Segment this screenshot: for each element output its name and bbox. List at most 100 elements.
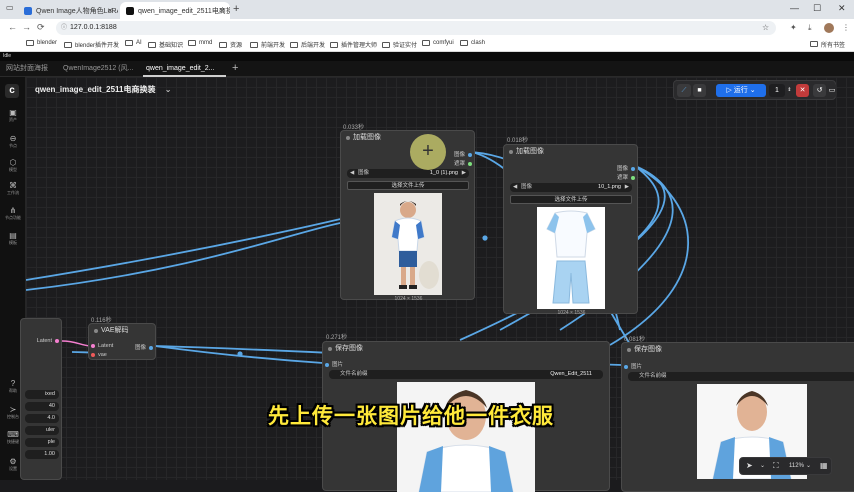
cfg-widget[interactable]: 4.0 bbox=[25, 414, 59, 423]
run-label: 运行 bbox=[733, 87, 748, 94]
batch-count-input[interactable]: 1 bbox=[769, 84, 785, 97]
upload-button[interactable]: 选择文件上传 bbox=[347, 181, 469, 190]
port-label: vae bbox=[98, 352, 107, 358]
port-label: 图像 bbox=[134, 345, 146, 351]
arrow-left-icon[interactable]: ◀ bbox=[513, 183, 517, 192]
video-subtitle: 先上传一张图片给他一件衣服 bbox=[268, 405, 554, 428]
filename-prefix-field[interactable]: 文件名前缀 Qwen_Edit_2511 bbox=[329, 370, 603, 379]
collapse-dot-icon[interactable] bbox=[627, 348, 631, 352]
vae-decode-node[interactable]: VAE解码 Latent vae 图像 bbox=[88, 323, 156, 360]
node-exec-time: 0.271秒 bbox=[326, 335, 348, 341]
latent-input[interactable]: Latent bbox=[91, 343, 113, 349]
cancel-button[interactable]: ✕ bbox=[796, 84, 809, 97]
template-icon: ▤ bbox=[9, 231, 17, 240]
combo-value: 10_1.png bbox=[598, 184, 621, 190]
run-button[interactable]: ▷ 运行 ⌄ bbox=[716, 84, 766, 97]
steps-widget[interactable]: 40 bbox=[25, 402, 59, 411]
load-image-node-2[interactable]: 加载图像 图像 遮罩 ◀ 图像 10_1.png ▶ 选择文件上传 1024 ×… bbox=[503, 144, 638, 316]
workflow-name-button[interactable]: qwen_image_edit_2511电商换装 ⌄ bbox=[26, 81, 171, 99]
cube-icon: ⬡ bbox=[9, 158, 17, 167]
chevron-down-icon[interactable]: ⌄ bbox=[760, 462, 765, 469]
latent-output[interactable]: Latent bbox=[37, 338, 59, 344]
collapse-dot-icon[interactable] bbox=[509, 150, 513, 154]
sidebar-item-templates[interactable]: ▤ 模板 bbox=[0, 231, 26, 246]
arrow-left-icon[interactable]: ◀ bbox=[350, 169, 354, 178]
node-title-text: 保存图像 bbox=[335, 345, 363, 352]
mask-output[interactable]: 遮罩 bbox=[617, 173, 635, 181]
collapse-dot-icon[interactable] bbox=[94, 329, 98, 333]
filename-prefix-field[interactable]: 文件名前缀 bbox=[628, 372, 854, 381]
combo-value: 1_0 (1).png bbox=[429, 170, 458, 176]
sidebar-item-workflows[interactable]: ⌘ 工作流 bbox=[0, 181, 26, 196]
node-title: 保存图像 bbox=[622, 343, 854, 357]
images-input[interactable]: 图片 bbox=[325, 360, 343, 368]
port-dot bbox=[631, 175, 635, 180]
panel-toggle-icon[interactable]: ▭ bbox=[827, 84, 837, 97]
port-dot bbox=[468, 152, 472, 157]
history-button[interactable]: ↺ bbox=[813, 84, 826, 97]
ksampler-node[interactable]: Latent ixed 40 4.0 uler ple 1.00 bbox=[20, 318, 62, 480]
scheduler-widget[interactable]: ple bbox=[25, 438, 59, 447]
collapse-dot-icon[interactable] bbox=[328, 347, 332, 351]
port-dot bbox=[624, 364, 628, 369]
workflow-name: qwen_image_edit_2511电商换装 bbox=[35, 85, 156, 94]
port-label: 遮罩 bbox=[616, 175, 628, 181]
port-label: 图片 bbox=[332, 362, 344, 368]
image-dimensions: 1024 × 1536 bbox=[394, 296, 423, 302]
combo-label: 图像 bbox=[521, 184, 533, 190]
port-label: Latent bbox=[98, 343, 114, 349]
zoom-level[interactable]: 112% bbox=[789, 463, 804, 469]
image-select-combo[interactable]: ◀ 图像 10_1.png ▶ bbox=[510, 183, 632, 192]
stepper-icon[interactable]: ⇕ bbox=[787, 84, 792, 97]
canvas-zoom-toolbar: ➤ ⌄ ⛶ 112% ⌄ ▦ bbox=[739, 457, 832, 475]
port-label: 图像 bbox=[616, 166, 628, 172]
port-label: 遮罩 bbox=[453, 161, 465, 167]
stop-queue-button[interactable]: ■ bbox=[693, 84, 706, 97]
fit-view-icon[interactable]: ⛶ bbox=[773, 461, 779, 471]
image-output[interactable]: 图像 bbox=[135, 343, 153, 351]
boy-photo bbox=[374, 193, 442, 295]
sidebar-item-node-library[interactable]: ⋔ 节点功能 bbox=[0, 206, 26, 221]
minimap-icon[interactable]: ▦ bbox=[820, 461, 828, 470]
collapse-dot-icon[interactable] bbox=[346, 136, 350, 140]
pointer-tool-icon[interactable]: ➤ bbox=[746, 461, 753, 470]
node-title-text: VAE解码 bbox=[101, 327, 129, 334]
arrow-right-icon[interactable]: ▶ bbox=[625, 183, 629, 192]
sidebar-label: 资产 bbox=[9, 117, 17, 122]
image-select-combo[interactable]: ◀ 图像 1_0 (1).png ▶ bbox=[347, 169, 469, 178]
port-label: Latent bbox=[36, 338, 52, 344]
seed-control-widget[interactable]: ixed bbox=[25, 390, 59, 399]
port-dot bbox=[149, 345, 153, 350]
chevron-down-icon[interactable]: ⌄ bbox=[806, 462, 811, 469]
node-title-text: 保存图像 bbox=[634, 346, 662, 353]
port-dot bbox=[91, 343, 95, 348]
images-input[interactable]: 图片 bbox=[624, 362, 642, 370]
denoise-widget[interactable]: 1.00 bbox=[25, 450, 59, 459]
link-visibility-button[interactable]: ⟋ bbox=[677, 84, 691, 97]
upload-button[interactable]: 选择文件上传 bbox=[510, 195, 632, 204]
sidebar-item-models[interactable]: ⬡ 模型 bbox=[0, 158, 26, 173]
tree-icon: ⋔ bbox=[9, 206, 17, 215]
port-dot bbox=[55, 338, 59, 343]
sidebar-item-nodes[interactable]: ⊖ 节点 bbox=[0, 134, 26, 149]
sidebar-item-assets[interactable]: ▣ 资产 bbox=[0, 108, 26, 123]
load-image-node-1[interactable]: 加载图像 图像 遮罩 ◀ 图像 1_0 (1).png ▶ 选择文件上传 102… bbox=[340, 130, 475, 302]
sidebar-label: 模型 bbox=[9, 167, 17, 172]
port-label: 图片 bbox=[631, 364, 643, 370]
arrow-right-icon[interactable]: ▶ bbox=[462, 169, 466, 178]
mask-output[interactable]: 遮罩 bbox=[454, 159, 472, 167]
node-title: 加载图像 bbox=[504, 145, 637, 159]
run-toolbar: ⟋ ■ ▷ 运行 ⌄ 1 ⇕ ✕ ↺ ▭ bbox=[673, 80, 837, 100]
field-label: 文件名前缀 bbox=[340, 371, 368, 377]
node-icon: ⊖ bbox=[9, 134, 17, 143]
port-label: 图像 bbox=[453, 152, 465, 158]
sidebar-label: 工作流 bbox=[7, 190, 19, 195]
node-exec-time: 0.018秒 bbox=[507, 138, 529, 144]
image-output[interactable]: 图像 bbox=[617, 164, 635, 172]
sampler-widget[interactable]: uler bbox=[25, 426, 59, 435]
image-output[interactable]: 图像 bbox=[454, 150, 472, 158]
vae-input[interactable]: vae bbox=[91, 352, 107, 358]
port-dot bbox=[91, 352, 95, 357]
image-icon: ▣ bbox=[9, 108, 17, 117]
sidebar-label: 模板 bbox=[9, 240, 17, 245]
